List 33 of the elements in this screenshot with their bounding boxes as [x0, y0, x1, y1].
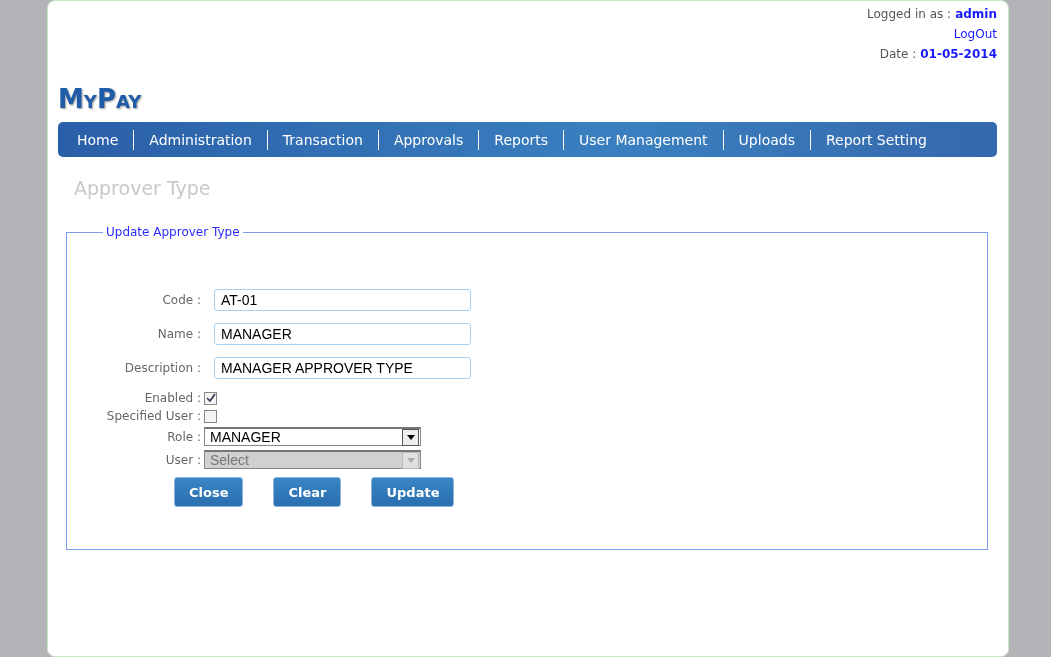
field-label: User :	[164, 452, 202, 467]
form-button[interactable]: Close	[174, 477, 244, 507]
form-legend: Update Approver Type	[103, 225, 243, 239]
form-button[interactable]: Update	[371, 477, 455, 507]
text-input[interactable]: AT-01	[214, 289, 471, 311]
caret-icon	[406, 457, 415, 463]
nav-link[interactable]: Report Setting	[809, 129, 942, 150]
nav-link[interactable]: User Management	[563, 129, 723, 150]
text-input[interactable]: MANAGER APPROVER TYPE	[214, 357, 471, 379]
field-label: Role :	[166, 429, 202, 444]
nav-link[interactable]: Transaction	[266, 129, 378, 150]
username: admin	[955, 7, 997, 22]
date-value: 01-05-2014	[920, 47, 997, 62]
nav-link[interactable]: Uploads	[722, 129, 810, 150]
field-label: Enabled :	[143, 391, 202, 405]
field-label: Specified User :	[105, 409, 202, 423]
form-button[interactable]: Clear	[273, 477, 342, 507]
logged-in-label: Logged in as :	[867, 7, 952, 22]
field-label: Code :	[161, 293, 202, 307]
logo: MyPay	[58, 84, 142, 114]
date-label: Date :	[879, 47, 917, 62]
field-label: Description :	[123, 361, 202, 375]
caret-icon	[406, 434, 415, 440]
text-input[interactable]: MANAGER	[214, 323, 471, 345]
select-dropdown[interactable]: MANAGER	[204, 427, 421, 446]
field-label: Name :	[156, 327, 202, 341]
nav-link[interactable]: Reports	[478, 129, 563, 150]
checkbox[interactable]	[204, 391, 217, 405]
checkbox[interactable]	[204, 409, 217, 423]
logout-link[interactable]: LogOut	[953, 27, 997, 42]
nav-link[interactable]: Home	[62, 129, 134, 150]
nav-link[interactable]: Administration	[133, 129, 267, 150]
nav-link[interactable]: Approvals	[377, 129, 479, 150]
